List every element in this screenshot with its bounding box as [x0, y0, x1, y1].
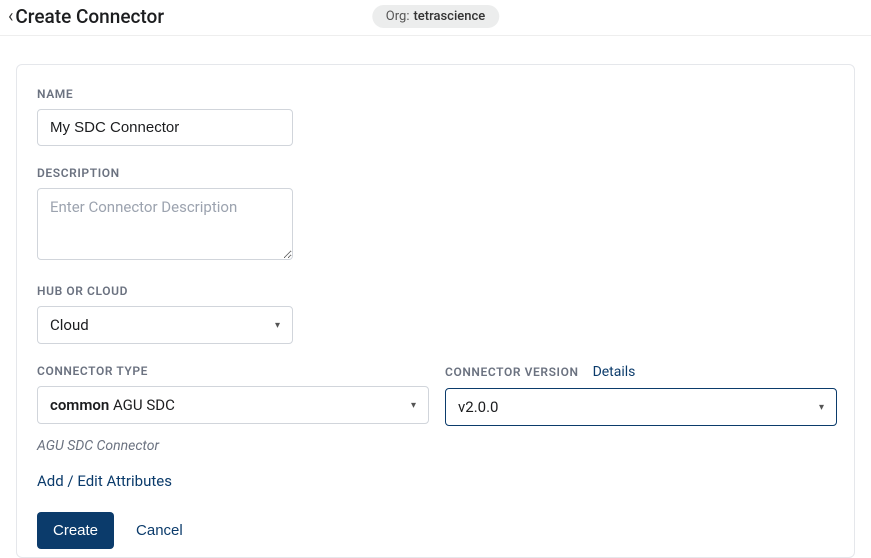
org-name: tetrascience	[413, 9, 485, 24]
header-bar: ‹ Create Connector Org: tetrascience	[0, 0, 871, 36]
caret-down-icon: ▾	[411, 400, 416, 411]
hub-label: HUB OR CLOUD	[37, 284, 834, 298]
version-group: CONNECTOR VERSION Details v2.0.0 ▾	[445, 364, 837, 426]
description-group: DESCRIPTION	[37, 166, 834, 264]
version-value: v2.0.0	[458, 398, 498, 416]
org-prefix: Org:	[386, 9, 410, 24]
cancel-button[interactable]: Cancel	[136, 522, 183, 539]
description-label: DESCRIPTION	[37, 166, 834, 180]
hub-group: HUB OR CLOUD Cloud ▾	[37, 284, 834, 344]
type-label: CONNECTOR TYPE	[37, 364, 429, 378]
description-textarea[interactable]	[37, 188, 293, 260]
type-value-bold: common	[50, 396, 109, 414]
back-icon[interactable]: ‹	[8, 8, 15, 26]
add-edit-attributes-link[interactable]: Add / Edit Attributes	[37, 472, 172, 490]
org-pill[interactable]: Org: tetrascience	[372, 5, 499, 28]
type-description: AGU SDC Connector	[37, 438, 834, 454]
type-value-rest: AGU SDC	[109, 396, 175, 414]
connector-form-card: NAME DESCRIPTION HUB OR CLOUD Cloud ▾ CO…	[16, 64, 855, 558]
type-select[interactable]: common AGU SDC ▾	[37, 386, 429, 424]
footer: Create Cancel	[37, 512, 834, 549]
hub-value: Cloud	[50, 316, 89, 334]
version-label: CONNECTOR VERSION	[445, 365, 579, 379]
hub-select[interactable]: Cloud ▾	[37, 306, 293, 344]
create-button[interactable]: Create	[37, 512, 114, 549]
name-input[interactable]	[37, 109, 293, 146]
type-version-row: CONNECTOR TYPE common AGU SDC ▾ CONNECTO…	[37, 364, 834, 426]
page-title: Create Connector	[15, 5, 164, 28]
caret-down-icon: ▾	[275, 320, 280, 331]
type-group: CONNECTOR TYPE common AGU SDC ▾	[37, 364, 429, 424]
version-select[interactable]: v2.0.0 ▾	[445, 388, 837, 426]
name-group: NAME	[37, 87, 834, 146]
name-label: NAME	[37, 87, 834, 101]
caret-down-icon: ▾	[819, 402, 824, 413]
type-value: common AGU SDC	[50, 396, 175, 414]
version-details-link[interactable]: Details	[593, 364, 636, 380]
